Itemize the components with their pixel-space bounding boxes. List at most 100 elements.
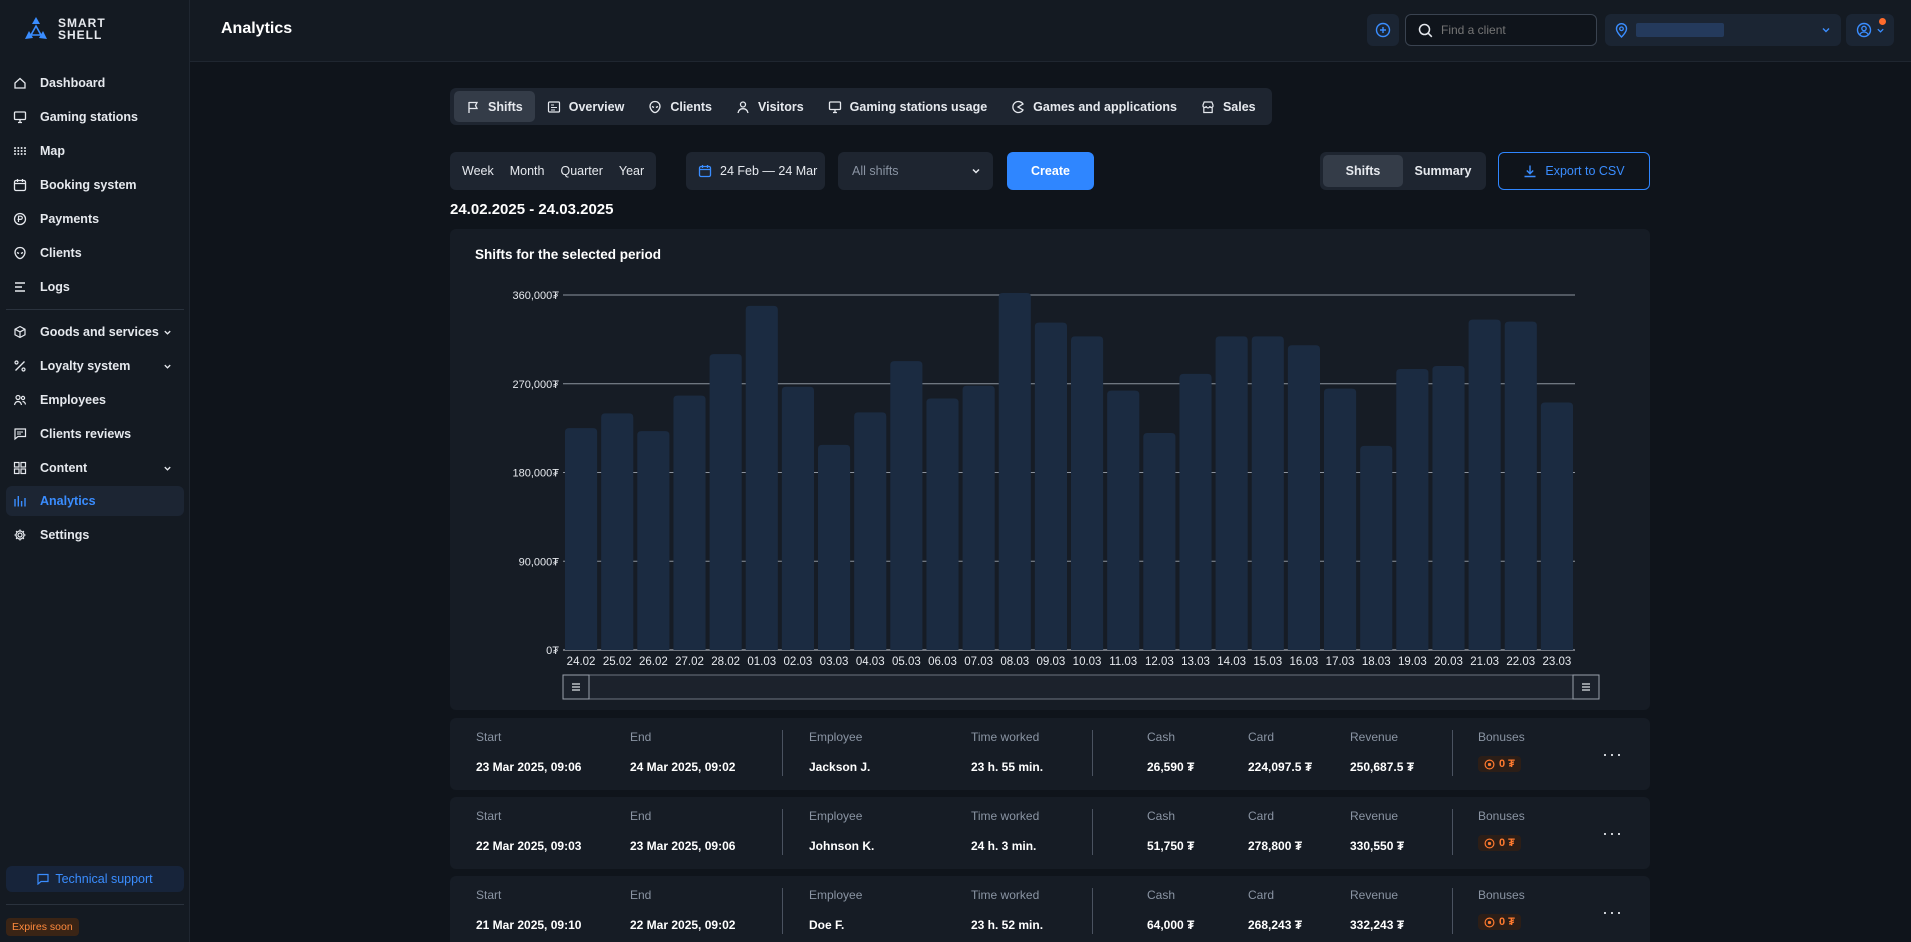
export-csv-button[interactable]: Export to CSV xyxy=(1498,152,1650,190)
chart-bar[interactable] xyxy=(745,305,778,650)
sidebar-item-map[interactable]: Map xyxy=(6,136,184,166)
sidebar-item-dashboard[interactable]: Dashboard xyxy=(6,68,184,98)
location-select[interactable] xyxy=(1605,14,1841,46)
shift-cell-time-worked: Time worked 24 h. 3 min. xyxy=(971,809,1039,853)
chart-bar[interactable] xyxy=(601,413,634,650)
chat-icon xyxy=(13,427,27,441)
profile-menu[interactable] xyxy=(1846,14,1894,46)
shift-cell-start: Start 21 Mar 2025, 09:10 xyxy=(476,888,581,932)
tab-clients[interactable]: Clients xyxy=(636,91,724,122)
view-shifts-button[interactable]: Shifts xyxy=(1323,155,1403,187)
technical-support-button[interactable]: Technical support xyxy=(6,866,184,892)
chart-bar[interactable] xyxy=(1360,445,1393,650)
sidebar-item-settings[interactable]: Settings xyxy=(6,520,184,550)
chart-bar[interactable] xyxy=(673,395,706,650)
shift-cell-label: Start xyxy=(476,730,502,744)
range-handle-left[interactable] xyxy=(562,674,590,700)
tab-gaming-stations-usage[interactable]: Gaming stations usage xyxy=(816,91,1000,122)
sidebar-item-booking-system[interactable]: Booking system xyxy=(6,170,184,200)
shift-cell-label: Revenue xyxy=(1350,730,1399,744)
chart-bar[interactable] xyxy=(1034,322,1067,650)
chart-bar[interactable] xyxy=(1287,345,1320,650)
chart-bar[interactable] xyxy=(1107,390,1140,650)
sidebar-item-content[interactable]: Content xyxy=(6,453,184,483)
shift-cell-value: 24 Mar 2025, 09:02 xyxy=(630,760,736,774)
chart-bar[interactable] xyxy=(1215,336,1248,650)
shift-cell-label: Start xyxy=(476,888,502,902)
logo[interactable]: SMART SHELL xyxy=(22,12,106,46)
chart-bar[interactable] xyxy=(1396,368,1429,650)
shift-cell-bonuses: Bonuses 0 ₮ xyxy=(1478,809,1525,852)
chart-bar[interactable] xyxy=(890,361,923,650)
home-icon xyxy=(13,76,27,90)
range-handle-right[interactable] xyxy=(1572,674,1600,700)
sidebar-item-payments[interactable]: Payments xyxy=(6,204,184,234)
shift-row[interactable]: Start 21 Mar 2025, 09:10 End 22 Mar 2025, 0… xyxy=(450,876,1650,942)
chart-bar[interactable] xyxy=(781,386,814,650)
x-tick-label: 21.03 xyxy=(1470,656,1499,668)
shift-cell-label: Card xyxy=(1248,730,1275,744)
sidebar-item-clients[interactable]: Clients xyxy=(6,238,184,268)
tab-games-and-applications[interactable]: Games and applications xyxy=(999,91,1189,122)
chart-bar[interactable] xyxy=(565,428,598,650)
chart-bar[interactable] xyxy=(709,354,742,650)
tab-label: Overview xyxy=(568,99,625,114)
sidebar-item-loyalty-system[interactable]: Loyalty system xyxy=(6,351,184,381)
tab-visitors[interactable]: Visitors xyxy=(724,91,816,122)
chart-bar[interactable] xyxy=(1468,319,1501,650)
period-year-button[interactable]: Year xyxy=(611,156,652,186)
shift-row[interactable]: Start 22 Mar 2025, 09:03 End 23 Mar 2025, 0… xyxy=(450,797,1650,869)
chat-icon xyxy=(37,873,49,885)
sidebar-item-logs[interactable]: Logs xyxy=(6,272,184,302)
tab-sales[interactable]: Sales xyxy=(1189,91,1268,122)
chart-bar[interactable] xyxy=(1324,388,1357,650)
chart-bar[interactable] xyxy=(854,412,887,650)
sidebar-item-employees[interactable]: Employees xyxy=(6,385,184,415)
period-selector: Week Month Quarter Year xyxy=(450,152,657,190)
chart-bar[interactable] xyxy=(1071,336,1104,650)
chart-bar[interactable] xyxy=(1179,373,1212,650)
chart-bar[interactable] xyxy=(926,398,959,650)
create-button[interactable]: Create xyxy=(1007,152,1094,190)
chart-bar[interactable] xyxy=(1540,402,1573,650)
sidebar-item-goods-and-services[interactable]: Goods and services xyxy=(6,317,184,347)
chart-range-scrollbar[interactable] xyxy=(562,674,1600,700)
shift-row[interactable]: Start 23 Mar 2025, 09:06 End 24 Mar 2025, 0… xyxy=(450,718,1650,790)
sidebar-item-analytics[interactable]: Analytics xyxy=(6,486,184,516)
period-week-button[interactable]: Week xyxy=(454,156,502,186)
chart-bar[interactable] xyxy=(1251,336,1284,650)
pacman-icon xyxy=(1011,100,1025,114)
shift-cell-value: 22 Mar 2025, 09:03 xyxy=(476,839,582,853)
period-month-button[interactable]: Month xyxy=(502,156,553,186)
sidebar-item-label: Clients reviews xyxy=(40,427,132,441)
shift-cell-label: End xyxy=(630,809,652,823)
sidebar-item-label: Payments xyxy=(40,212,100,226)
logo-icon xyxy=(25,17,47,39)
view-summary-button[interactable]: Summary xyxy=(1403,155,1483,187)
chart-bar[interactable] xyxy=(637,431,670,650)
shift-select[interactable]: All shifts xyxy=(838,152,993,190)
chart-bar[interactable] xyxy=(998,293,1031,650)
tab-shifts[interactable]: Shifts xyxy=(454,91,535,122)
date-range-picker[interactable]: 24 Feb — 24 Mar xyxy=(686,152,825,190)
more-options-icon[interactable]: ··· xyxy=(1602,902,1623,923)
chart-bar[interactable] xyxy=(962,385,995,650)
chart-bar[interactable] xyxy=(1143,433,1176,650)
client-search[interactable] xyxy=(1405,14,1597,46)
chart-bar[interactable] xyxy=(1432,366,1465,650)
chart-bar[interactable] xyxy=(818,444,851,650)
sidebar-item-clients-reviews[interactable]: Clients reviews xyxy=(6,419,184,449)
more-options-icon[interactable]: ··· xyxy=(1602,823,1623,844)
sidebar-item-label: Employees xyxy=(40,393,107,407)
x-tick-label: 24.02 xyxy=(567,656,596,668)
sidebar-item-gaming-stations[interactable]: Gaming stations xyxy=(6,102,184,132)
more-options-icon[interactable]: ··· xyxy=(1602,744,1623,765)
search-input[interactable] xyxy=(1441,23,1581,37)
tab-overview[interactable]: Overview xyxy=(535,91,637,122)
sidebar-item-label: Analytics xyxy=(40,494,96,508)
add-button[interactable] xyxy=(1367,14,1399,46)
period-quarter-button[interactable]: Quarter xyxy=(552,156,610,186)
overview-icon xyxy=(547,100,561,114)
shift-cell-value: 26,590 ₮ xyxy=(1147,760,1195,774)
chart-bar[interactable] xyxy=(1504,321,1537,650)
